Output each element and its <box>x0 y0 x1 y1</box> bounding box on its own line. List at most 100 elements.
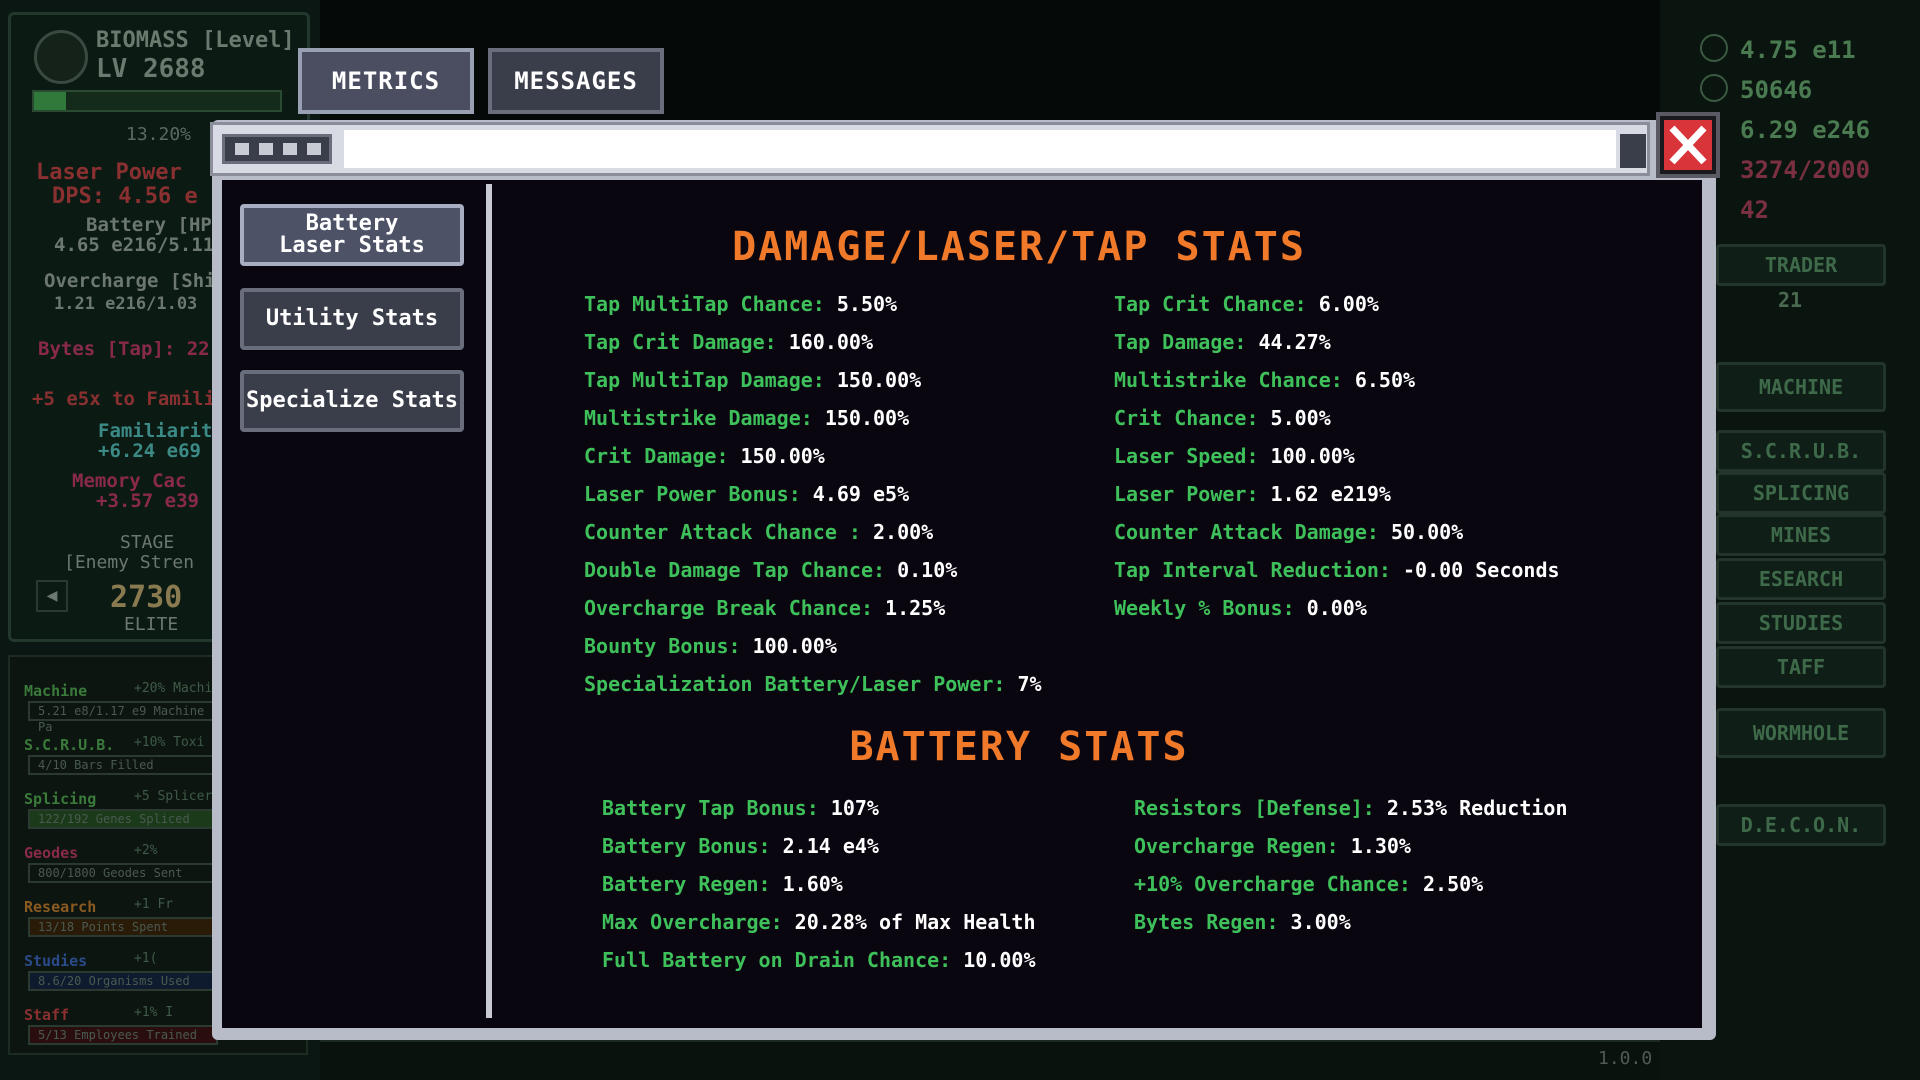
stat-key: Multistrike Chance: <box>1114 368 1343 392</box>
resource-bar: 5/13 Employees Trained <box>28 1025 218 1045</box>
stat-value: 2.53% Reduction <box>1386 796 1568 820</box>
research-button[interactable]: ESEARCH <box>1716 558 1886 600</box>
stat-row: Laser Power: 1.62 e219% <box>1114 482 1391 506</box>
stat-value: 150.00% <box>740 444 825 468</box>
grip-dot <box>259 143 273 155</box>
stat-value: 1.30% <box>1350 834 1411 858</box>
stat-key: Laser Power Bonus: <box>584 482 801 506</box>
stat-key: Double Damage Tap Chance: <box>584 558 886 582</box>
staff-button[interactable]: TAFF <box>1716 646 1886 688</box>
stat-value: 44.27% <box>1258 330 1331 354</box>
stat-key: Counter Attack Damage: <box>1114 520 1379 544</box>
xp-bar <box>32 90 282 112</box>
stat-value: 160.00% <box>788 330 873 354</box>
stat-value: -0.00 Seconds <box>1403 558 1560 582</box>
stat-key: Multistrike Damage: <box>584 406 813 430</box>
resource-label: S.C.R.U.B. <box>24 736 115 754</box>
stat-key: Full Battery on Drain Chance: <box>602 948 952 972</box>
specialize-stats-button[interactable]: Specialize Stats <box>240 370 464 432</box>
stat-row: Multistrike Damage: 150.00% <box>584 406 909 430</box>
stat-row: Tap Crit Damage: 160.00% <box>584 330 873 354</box>
stat-row: Crit Chance: 5.00% <box>1114 406 1331 430</box>
stat-key: Tap Crit Chance: <box>1114 292 1307 316</box>
drag-handle-icon[interactable] <box>222 134 332 164</box>
stat-key: Overcharge Regen: <box>1134 834 1339 858</box>
close-icon <box>1664 120 1712 170</box>
stage-number: 2730 <box>110 580 183 615</box>
tab-metrics[interactable]: METRICS <box>298 48 474 114</box>
scrub-button[interactable]: S.C.R.U.B. <box>1716 430 1886 472</box>
stat-value: 2.00% <box>873 520 934 544</box>
titlebar-square <box>1620 134 1646 168</box>
resource-label: Splicing <box>24 790 97 808</box>
resource-sub: +1( <box>134 951 158 966</box>
stage-back-arrow-icon[interactable]: ◀ <box>36 580 68 612</box>
xp-bar-fill <box>34 92 67 110</box>
laser-power-label: Laser Power <box>36 160 182 185</box>
stat-value: 7% <box>1017 672 1042 696</box>
resource-bar: 4/10 Bars Filled <box>28 755 218 775</box>
resource-bar: 13/18 Points Spent <box>28 917 218 937</box>
stat-value: 10.00% <box>963 948 1036 972</box>
bytes-label: Bytes [Tap]: 22 <box>38 338 210 360</box>
stat-value: 5.50% <box>836 292 898 316</box>
stat-row: Battery Bonus: 2.14 e4% <box>602 834 879 858</box>
stat-row: Overcharge Regen: 1.30% <box>1134 834 1411 858</box>
stat-value: 5.00% <box>1270 406 1331 430</box>
tab-messages[interactable]: MESSAGES <box>488 48 664 114</box>
resource-sub: +1 Fr <box>134 897 174 912</box>
stat-row: Counter Attack Chance : 2.00% <box>584 520 933 544</box>
stat-key: Resistors [Defense]: <box>1134 796 1375 820</box>
familiarity-label: Familiarity <box>98 420 224 442</box>
decon-button[interactable]: D.E.C.O.N. <box>1716 804 1886 846</box>
resource-sub: +1% I <box>134 1005 174 1020</box>
utility-stats-button[interactable]: Utility Stats <box>240 288 464 350</box>
stat-row: Weekly % Bonus: 0.00% <box>1114 596 1367 620</box>
resource-label: Staff <box>24 1006 70 1024</box>
stat-key: Bounty Bonus: <box>584 634 741 658</box>
stat-key: Battery Tap Bonus: <box>602 796 819 820</box>
mines-button[interactable]: MINES <box>1716 514 1886 556</box>
wormhole-button[interactable]: WORMHOLE <box>1716 708 1886 758</box>
enemy-strength-label: [Enemy Stren <box>64 552 195 573</box>
stat-value: 6.50% <box>1354 368 1416 392</box>
machine-button[interactable]: MACHINE <box>1716 362 1886 412</box>
stat-value: 50646 <box>1740 76 1813 104</box>
button-label: Battery Laser Stats <box>279 211 425 258</box>
stat-value: 4.69 e5% <box>812 482 910 506</box>
dna-icon <box>1700 74 1728 102</box>
stat-row: Crit Damage: 150.00% <box>584 444 825 468</box>
stat-value: 100.00% <box>752 634 837 658</box>
dps-value: DPS: 4.56 e <box>52 184 198 209</box>
sidebar-divider <box>486 184 492 1018</box>
stage-label: STAGE <box>120 532 175 553</box>
stat-key: Crit Chance: <box>1114 406 1259 430</box>
stat-key: Laser Speed: <box>1114 444 1259 468</box>
stat-value: 2.14 e4% <box>782 834 879 858</box>
elite-label: ELITE <box>124 614 179 635</box>
close-button[interactable] <box>1656 112 1720 178</box>
overcharge-value: 1.21 e216/1.03 <box>54 294 198 314</box>
resource-sub: +20% Machin <box>134 681 221 696</box>
resource-label: Machine <box>24 682 88 700</box>
trader-button[interactable]: TRADER <box>1716 244 1886 286</box>
stat-value: 50.00% <box>1390 520 1464 544</box>
stat-value: 0.10% <box>897 558 958 582</box>
splicing-button[interactable]: SPLICING <box>1716 472 1886 514</box>
studies-button[interactable]: STUDIES <box>1716 602 1886 644</box>
stat-row: Battery Tap Bonus: 107% <box>602 796 879 820</box>
biomass-label: BIOMASS [Level] <box>96 28 295 53</box>
stat-row: Laser Power Bonus: 4.69 e5% <box>584 482 909 506</box>
battery-laser-stats-button[interactable]: Battery Laser Stats <box>240 204 464 266</box>
stat-row: +10% Overcharge Chance: 2.50% <box>1134 872 1483 896</box>
stat-key: Tap Interval Reduction: <box>1114 558 1391 582</box>
stat-key: Laser Power: <box>1114 482 1259 506</box>
stat-row: Tap Damage: 44.27% <box>1114 330 1331 354</box>
stat-key: Battery Bonus: <box>602 834 771 858</box>
button-label: Specialize Stats <box>246 388 458 413</box>
modal-title-field <box>344 130 1616 168</box>
stat-key: Tap MultiTap Damage: <box>584 368 825 392</box>
stat-key: Tap Crit Damage: <box>584 330 777 354</box>
stat-row: Full Battery on Drain Chance: 10.00% <box>602 948 1036 972</box>
stat-row: Tap Crit Chance: 6.00% <box>1114 292 1379 316</box>
